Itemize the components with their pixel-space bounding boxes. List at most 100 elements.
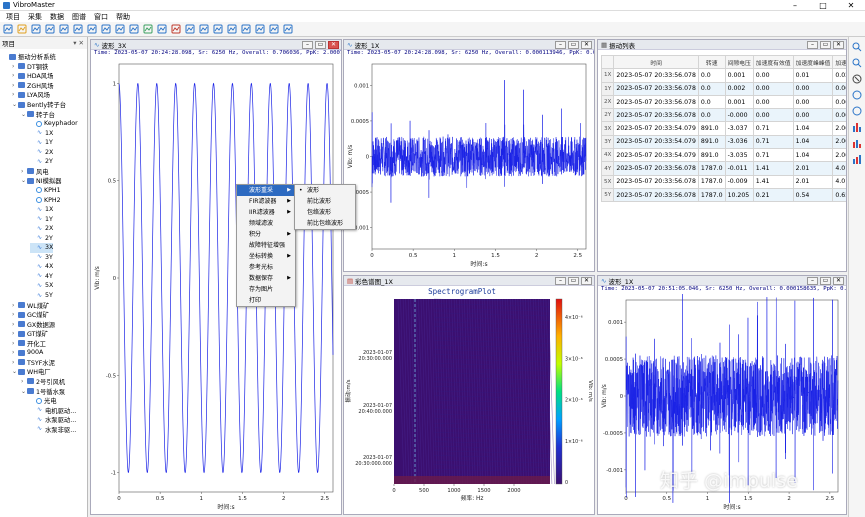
tree-item[interactable]: 振动分析系统 (3, 52, 56, 62)
context-menu-item[interactable]: 打印 (237, 295, 295, 306)
panel-close-button[interactable]: ✕ (328, 41, 339, 49)
zoom-in-icon[interactable] (851, 41, 863, 53)
new-file-icon[interactable] (2, 23, 14, 35)
panel-restore-button[interactable]: ▭ (820, 41, 831, 49)
tree-item[interactable]: › DT钢铁 (12, 62, 48, 72)
tree-item[interactable]: ∿ 2Y (30, 233, 53, 243)
table-row[interactable]: 2X 2023-05-07 20:33:56.078 0.0 0.001 0.00 0.0… (600, 94, 846, 110)
table-row[interactable]: 5X 2023-05-07 20:33:56.078 1787.0 -0.009 1.4… (600, 174, 846, 189)
tree-item[interactable]: › 2号引风机 (21, 377, 65, 387)
column-header[interactable]: 加速度有效值 (752, 54, 794, 70)
tree-item[interactable]: ∿ 2Y (30, 157, 53, 167)
minimize-button[interactable]: – (781, 0, 809, 11)
tree-item[interactable]: ∿ 1X (30, 128, 53, 138)
tree-item[interactable]: ⌄ NI模拟器 (21, 176, 61, 186)
circle-icon-2[interactable] (851, 105, 863, 117)
context-menu-item[interactable]: FIR滤波器 ▶ (237, 196, 295, 207)
tree-item[interactable]: ∿ 4X (30, 262, 53, 272)
table-row[interactable]: 1X 2023-05-07 20:33:56.078 0.0 0.001 0.00 0.0… (600, 68, 846, 83)
spectrum-icon[interactable] (184, 23, 196, 35)
tree-item[interactable]: › 开化工 (12, 339, 46, 349)
bar3-icon[interactable] (240, 23, 252, 35)
tree-item[interactable]: ∿ 3X (30, 243, 54, 253)
column-header[interactable]: 加速度峰 (832, 54, 846, 70)
menu-help[interactable]: 帮助 (112, 12, 134, 22)
table-row[interactable]: 3X 2023-05-07 20:33:54.079 891.0 -3.037 0.71… (600, 121, 846, 136)
bar-chart-icon-2[interactable] (851, 137, 863, 149)
table-row[interactable]: 4X 2023-05-07 20:33:54.079 891.0 -3.035 0.71… (600, 148, 846, 163)
zoom-out-icon[interactable] (851, 57, 863, 69)
tree-item[interactable]: ∿ 水泵驱动... (30, 415, 76, 425)
bar2-icon[interactable] (226, 23, 238, 35)
submenu-item[interactable]: 包络波形 (295, 207, 355, 218)
tree-item[interactable]: ∿ 3Y (30, 253, 53, 263)
tree-item[interactable]: KPH1 (30, 186, 61, 196)
panel-restore-button[interactable]: ▭ (820, 277, 831, 285)
context-menu-item[interactable]: 故障特征增强 (237, 240, 295, 251)
waveform-chart-3x[interactable]: 0 0.5 1 1.5 2 2.5 1 0.5 0 -0.5 -1 Vib: m/s 时间:s (91, 58, 341, 514)
gauge-icon[interactable] (170, 23, 182, 35)
menu-charts[interactable]: 图谱 (68, 12, 90, 22)
menu-project[interactable]: 项目 (2, 12, 24, 22)
pointer-icon[interactable] (851, 73, 863, 85)
waveform-chart-1x[interactable]: 0 0.5 1 1.5 2 2.50.0010.00050-0.0005-0.001Vib… (344, 58, 594, 271)
context-menu-item[interactable]: 频域滤波 (237, 218, 295, 229)
context-menu-item[interactable]: 数据保存 ▶ (237, 273, 295, 284)
tree-item[interactable]: › GT煤矿 (12, 329, 48, 339)
waterfall-icon[interactable] (142, 23, 154, 35)
tree-item[interactable]: › TSYF水泥 (12, 358, 55, 368)
tree-item[interactable]: ⌄ WH电厂 (12, 367, 51, 377)
bar-chart-icon[interactable] (851, 121, 863, 133)
tree-item[interactable]: Keyphador (30, 119, 78, 129)
tree-item[interactable]: ∿ 水泵非驱... (30, 424, 76, 434)
tree-item[interactable]: › ZGH风场 (12, 81, 54, 91)
panel-minimize-button[interactable]: – (807, 41, 818, 49)
nt-icon[interactable] (86, 23, 98, 35)
context-menu-item[interactable]: 存为图片 (237, 284, 295, 295)
bar-chart-icon-3[interactable] (851, 153, 863, 165)
table-icon[interactable] (128, 23, 140, 35)
tree-item[interactable]: KPH2 (30, 195, 61, 205)
tree-item[interactable]: › GX数据源 (12, 319, 55, 329)
tree-item[interactable]: › LYA风场 (12, 90, 50, 100)
tree-item[interactable]: 光电 (30, 396, 57, 406)
column-header[interactable]: 间隙电压 (724, 54, 754, 70)
close-window-button[interactable]: ✕ (837, 0, 865, 11)
table-row[interactable]: 4Y 2023-05-07 20:33:56.078 1787.0 -0.011 1.4… (600, 161, 846, 176)
maximize-button[interactable]: □ (809, 0, 837, 11)
table-row[interactable]: 1Y 2023-05-07 20:33:56.078 0.0 0.002 0.00 0.0… (600, 81, 846, 96)
submenu-item[interactable]: • 波形 (295, 185, 355, 196)
copy-icon[interactable] (44, 23, 56, 35)
tree-item[interactable]: ∿ 1Y (30, 214, 53, 224)
tree-item[interactable]: ∿ 1X (30, 205, 53, 215)
context-menu-item[interactable]: 坐标转换 ▶ (237, 251, 295, 262)
spectrogram-chart[interactable]: SpectrogramPlot0 500 1000 1500 2000频率: Hz202… (344, 286, 594, 514)
panel-minimize-button[interactable]: – (807, 277, 818, 285)
panel-close-button[interactable]: ✕ (581, 41, 592, 49)
table-row[interactable]: 3Y 2023-05-07 20:33:54.079 891.0 -3.036 0.71… (600, 134, 846, 150)
tree-item[interactable]: ∿ 4Y (30, 272, 53, 282)
open-icon[interactable] (16, 23, 28, 35)
panel-close-button[interactable]: ✕ (581, 277, 592, 285)
context-menu-item[interactable]: IIR滤波器 ▶ (237, 207, 295, 218)
tree-item[interactable]: › WL煤矿 (12, 300, 49, 310)
tree-item[interactable]: › 风电 (21, 167, 49, 177)
wave-icon[interactable] (198, 23, 210, 35)
person-icon[interactable] (100, 23, 112, 35)
panel-restore-button[interactable]: ▭ (315, 41, 326, 49)
context-menu-item[interactable]: 波形重采 ▶ (237, 185, 295, 196)
orbit-icon[interactable] (268, 23, 280, 35)
submenu-item[interactable]: 前比包络波形 (295, 218, 355, 229)
save-icon[interactable] (30, 23, 42, 35)
signal-icon[interactable] (156, 23, 168, 35)
tree-pin-icon[interactable]: ▾ ✕ (73, 39, 84, 47)
menu-window[interactable]: 窗口 (90, 12, 112, 22)
settings-icon[interactable] (58, 23, 70, 35)
tree-item[interactable]: ∿ 1Y (30, 138, 53, 148)
bar-icon[interactable] (212, 23, 224, 35)
panel-minimize-button[interactable]: – (555, 41, 566, 49)
tree-item[interactable]: ⌄ 1号循水泵 (21, 386, 65, 396)
panel-close-button[interactable]: ✕ (833, 277, 844, 285)
tree-item[interactable]: ⌄ Bently转子台 (12, 100, 66, 110)
table-row[interactable]: 5Y 2023-05-07 20:33:56.078 1787.0 10.205 0.2… (600, 187, 846, 203)
